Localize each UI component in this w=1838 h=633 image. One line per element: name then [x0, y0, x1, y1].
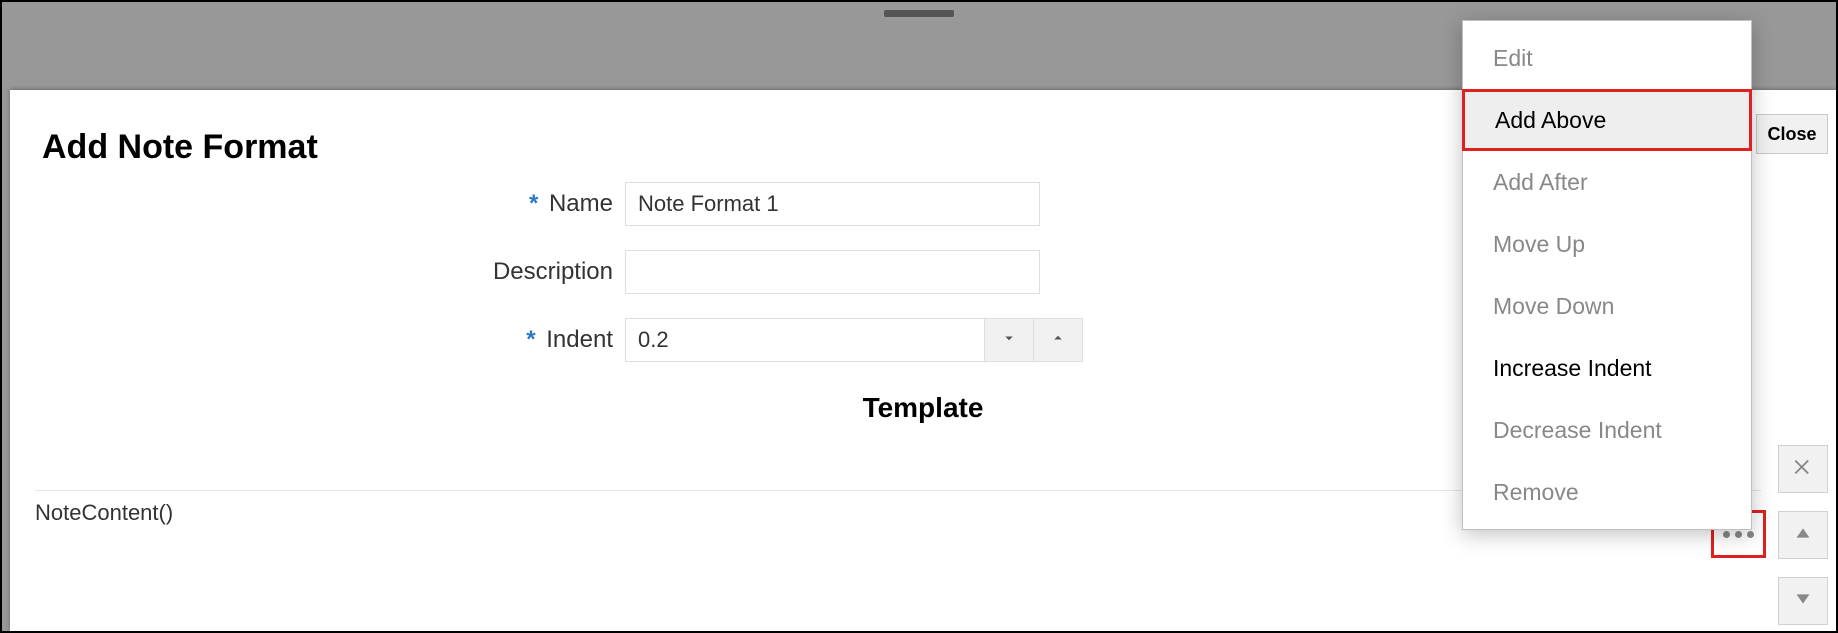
menu-item-move-down[interactable]: Move Down	[1463, 275, 1751, 337]
menu-item-label: Add After	[1493, 169, 1588, 196]
ellipsis-icon	[1723, 531, 1754, 538]
indent-decrement-button[interactable]	[984, 318, 1034, 362]
triangle-up-icon	[1792, 522, 1814, 549]
name-label: Name	[549, 190, 613, 217]
menu-item-label: Move Down	[1493, 293, 1614, 320]
menu-item-add-above[interactable]: Add Above	[1462, 89, 1752, 151]
close-x-icon	[1792, 456, 1814, 483]
name-label-wrap: * Name	[10, 190, 625, 218]
description-label-wrap: Description	[10, 258, 625, 286]
menu-item-remove[interactable]: Remove	[1463, 461, 1751, 523]
remove-row-button[interactable]	[1778, 445, 1828, 493]
modal-title: Add Note Format	[42, 128, 318, 167]
required-asterisk-icon: *	[526, 326, 535, 353]
menu-item-increase-indent[interactable]: Increase Indent	[1463, 337, 1751, 399]
menu-item-edit[interactable]: Edit	[1463, 27, 1751, 89]
description-input[interactable]	[625, 250, 1040, 294]
move-down-button[interactable]	[1778, 577, 1828, 625]
indent-spinner	[625, 318, 1083, 362]
move-up-button[interactable]	[1778, 511, 1828, 559]
name-row: * Name	[10, 182, 1040, 226]
menu-item-label: Move Up	[1493, 231, 1585, 258]
description-row: Description	[10, 250, 1040, 294]
close-button-label: Close	[1767, 124, 1816, 145]
triangle-down-icon	[1792, 588, 1814, 615]
row-context-menu: Edit Add Above Add After Move Up Move Do…	[1462, 20, 1752, 530]
indent-input[interactable]	[625, 318, 985, 362]
menu-item-decrease-indent[interactable]: Decrease Indent	[1463, 399, 1751, 461]
menu-item-move-up[interactable]: Move Up	[1463, 213, 1751, 275]
menu-item-label: Decrease Indent	[1493, 417, 1662, 444]
chevron-down-icon	[1000, 329, 1018, 352]
required-asterisk-icon: *	[529, 190, 538, 217]
indent-label-wrap: * Indent	[10, 326, 625, 354]
menu-item-add-after[interactable]: Add After	[1463, 151, 1751, 213]
menu-item-label: Increase Indent	[1493, 355, 1652, 382]
chevron-up-icon	[1049, 329, 1067, 352]
name-input[interactable]	[625, 182, 1040, 226]
menu-item-label: Add Above	[1495, 107, 1606, 134]
template-row: NoteContent()	[35, 500, 173, 526]
menu-item-label: Edit	[1493, 45, 1533, 72]
menu-item-label: Remove	[1493, 479, 1579, 506]
template-row-text: NoteContent()	[35, 500, 173, 525]
indent-increment-button[interactable]	[1033, 318, 1083, 362]
drag-handle[interactable]	[884, 10, 954, 17]
close-button[interactable]: Close	[1756, 114, 1828, 154]
row-action-buttons	[1778, 445, 1828, 625]
indent-row: * Indent	[10, 318, 1083, 362]
indent-label: Indent	[546, 326, 613, 353]
description-label: Description	[493, 258, 613, 285]
